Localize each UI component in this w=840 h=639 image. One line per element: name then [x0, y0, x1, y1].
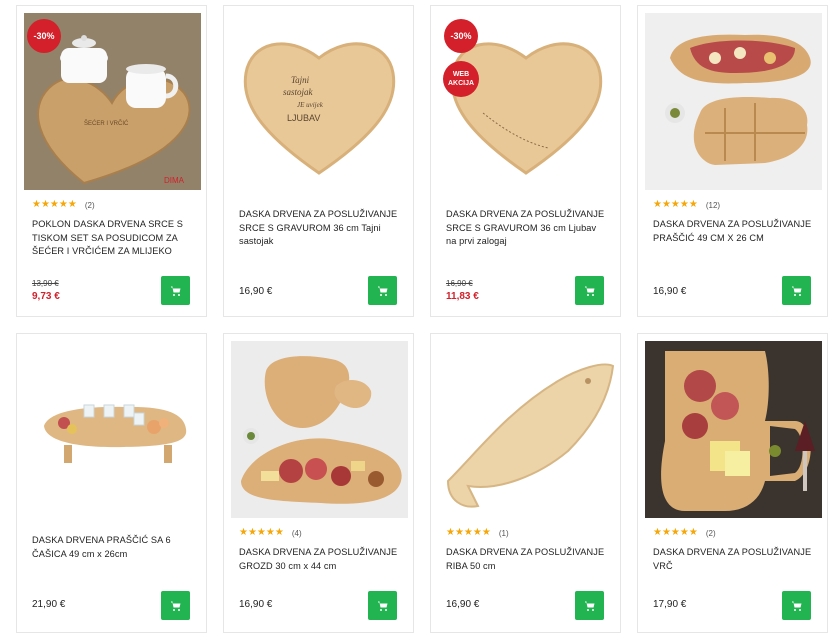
product-card[interactable]: DASKA DRVENA PRAŠČIĆ SA 6 ČAŠICA 49 cm x…	[16, 333, 207, 633]
product-card[interactable]: ★★★★★ (2) DASKA DRVENA ZA POSLUŽIVANJE V…	[637, 333, 828, 633]
shopping-cart-icon	[377, 601, 387, 611]
shopping-cart-icon	[791, 286, 801, 296]
product-image[interactable]	[24, 341, 201, 518]
price: 16,90 €	[653, 286, 687, 297]
old-price: 16,90 €	[446, 279, 473, 288]
shopping-cart-icon	[584, 286, 594, 296]
product-title[interactable]: DASKA DRVENA ZA POSLUŽIVANJE SRCE S GRAV…	[446, 208, 611, 249]
old-price: 13,90 €	[32, 279, 59, 288]
product-title[interactable]: DASKA DRVENA ZA POSLUŽIVANJE VRČ	[653, 546, 818, 573]
add-to-cart-button[interactable]	[368, 591, 397, 620]
product-card[interactable]: ★★★★★ (4) DASKA DRVENA ZA POSLUŽIVANJE G…	[223, 333, 414, 633]
product-card[interactable]: -30% WEB AKCIJA DASKA DRVENA ZA POSLUŽIV…	[430, 5, 621, 317]
shopping-cart-icon	[791, 601, 801, 611]
price: 16,90 €	[239, 599, 273, 610]
add-to-cart-button[interactable]	[575, 591, 604, 620]
rating-stars: ★★★★★ (2)	[32, 200, 95, 210]
product-card[interactable]: ★★★★★ (1) DASKA DRVENA ZA POSLUŽIVANJE R…	[430, 333, 621, 633]
price: 17,90 €	[653, 599, 687, 610]
product-title[interactable]: DASKA DRVENA ZA POSLUŽIVANJE PRAŠČIĆ 49 …	[653, 218, 818, 245]
add-to-cart-button[interactable]	[161, 276, 190, 305]
review-count: (2)	[84, 200, 95, 210]
star-icon: ★★★★★	[653, 199, 698, 210]
product-title[interactable]: DASKA DRVENA ZA POSLUŽIVANJE GROZD 30 cm…	[239, 546, 404, 573]
svg-text:LJUBAV: LJUBAV	[287, 113, 320, 123]
web-action-badge: WEB AKCIJA	[443, 61, 479, 97]
shopping-cart-icon	[170, 286, 180, 296]
star-icon: ★★★★★	[446, 527, 491, 538]
svg-text:Tajni: Tajni	[291, 75, 310, 85]
product-image[interactable]	[231, 341, 408, 518]
product-title[interactable]: DASKA DRVENA PRAŠČIĆ SA 6 ČAŠICA 49 cm x…	[32, 534, 197, 561]
svg-text:JE uvijek: JE uvijek	[297, 101, 324, 109]
rating-stars: ★★★★★ (4)	[239, 528, 302, 538]
product-title[interactable]: POKLON DASKA DRVENA SRCE S TISKOM SET SA…	[32, 218, 197, 259]
review-count: (4)	[291, 528, 302, 538]
price: 16,90 €	[446, 599, 480, 610]
add-to-cart-button[interactable]	[368, 276, 397, 305]
product-grid: ŠEĆER I VRČIĆ DIMA -30% ★★★★★ (2) POKLON…	[16, 5, 828, 633]
star-icon: ★★★★★	[239, 527, 284, 538]
product-card[interactable]: Tajni sastojak JE uvijek LJUBAV DASKA DR…	[223, 5, 414, 317]
rating-stars: ★★★★★ (1)	[446, 528, 509, 538]
svg-text:DIMA: DIMA	[164, 176, 185, 185]
product-card[interactable]: ŠEĆER I VRČIĆ DIMA -30% ★★★★★ (2) POKLON…	[16, 5, 207, 317]
svg-text:sastojak: sastojak	[283, 87, 314, 97]
sale-price: 11,83 €	[446, 291, 479, 302]
product-image[interactable]: Tajni sastojak JE uvijek LJUBAV	[231, 13, 408, 190]
rating-stars: ★★★★★ (12)	[653, 200, 720, 210]
add-to-cart-button[interactable]	[782, 591, 811, 620]
add-to-cart-button[interactable]	[782, 276, 811, 305]
price: 21,90 €	[32, 599, 66, 610]
discount-badge: -30%	[27, 19, 61, 53]
review-count: (1)	[498, 528, 509, 538]
add-to-cart-button[interactable]	[575, 276, 604, 305]
product-title[interactable]: DASKA DRVENA ZA POSLUŽIVANJE RIBA 50 cm	[446, 546, 611, 573]
product-card[interactable]: ★★★★★ (12) DASKA DRVENA ZA POSLUŽIVANJE …	[637, 5, 828, 317]
product-title[interactable]: DASKA DRVENA ZA POSLUŽIVANJE SRCE S GRAV…	[239, 208, 404, 249]
shopping-cart-icon	[377, 286, 387, 296]
product-image[interactable]	[645, 341, 822, 518]
review-count: (2)	[705, 528, 716, 538]
shopping-cart-icon	[170, 601, 180, 611]
shopping-cart-icon	[584, 601, 594, 611]
price: 16,90 €	[239, 286, 273, 297]
sale-price: 9,73 €	[32, 291, 60, 302]
svg-text:ŠEĆER I VRČIĆ: ŠEĆER I VRČIĆ	[84, 120, 129, 127]
product-image[interactable]	[438, 341, 615, 518]
product-image[interactable]	[645, 13, 822, 190]
star-icon: ★★★★★	[32, 199, 77, 210]
review-count: (12)	[705, 200, 721, 210]
discount-badge: -30%	[444, 19, 478, 53]
add-to-cart-button[interactable]	[161, 591, 190, 620]
rating-stars: ★★★★★ (2)	[653, 528, 716, 538]
star-icon: ★★★★★	[653, 527, 698, 538]
